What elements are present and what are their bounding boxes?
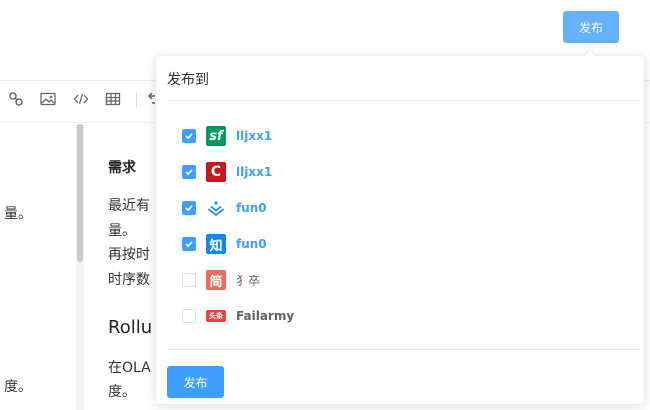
account-name: fun0 [236, 237, 267, 251]
source-text-fragment: 量。 [4, 206, 32, 222]
editor-window: 发布 量。 度。 需求 最近有 量。 再按时 时序数 Rollu 在OLA 度。… [0, 0, 650, 410]
image-icon[interactable] [39, 90, 57, 108]
source-text-fragment: 度。 [4, 379, 32, 395]
platform-item-segmentfault[interactable]: sf lljxx1 [182, 125, 272, 147]
preview-line: 度。 [108, 384, 136, 400]
confirm-publish-button[interactable]: 发布 [167, 366, 224, 398]
toutiao-logo-icon: 头条 [206, 310, 226, 322]
checkbox[interactable] [182, 129, 196, 143]
account-name: Failarmy [236, 309, 295, 323]
account-name: 犭卒 [236, 273, 261, 288]
preview-line: 再按时 [108, 247, 150, 263]
platform-item-juejin[interactable]: fun0 [182, 197, 267, 219]
popover-divider [167, 100, 640, 101]
checkbox[interactable] [182, 165, 196, 179]
preview-line: 量。 [108, 223, 136, 239]
csdn-logo-icon: C [206, 162, 226, 182]
checkbox[interactable] [182, 273, 196, 287]
preview-heading-2: Rollu [108, 317, 153, 338]
preview-line: 在OLA [108, 360, 151, 376]
account-name: lljxx1 [236, 165, 273, 179]
account-name: lljxx1 [236, 129, 273, 143]
platform-item-toutiao[interactable]: 头条 Failarmy [182, 305, 294, 327]
account-name: fun0 [236, 201, 267, 215]
checkbox[interactable] [182, 309, 196, 323]
zhihu-logo-icon: 知 [206, 234, 226, 254]
platform-item-zhihu[interactable]: 知 fun0 [182, 233, 267, 255]
juejin-logo-icon [206, 198, 226, 218]
link-icon[interactable] [7, 90, 25, 108]
toolbar-separator [136, 92, 137, 108]
preview-heading: 需求 [108, 160, 136, 176]
publish-button[interactable]: 发布 [563, 11, 619, 43]
table-icon[interactable] [104, 90, 122, 108]
checkbox[interactable] [182, 237, 196, 251]
popover-divider [167, 349, 640, 350]
segmentfault-logo-icon: sf [206, 126, 226, 146]
popover-title: 发布到 [167, 72, 209, 88]
preview-line: 最近有 [108, 198, 150, 214]
preview-line: 时序数 [108, 272, 150, 288]
code-icon[interactable] [72, 90, 90, 108]
editor-scrollbar[interactable] [77, 124, 83, 262]
platform-item-csdn[interactable]: C lljxx1 [182, 161, 272, 183]
popover-arrow-inner [585, 50, 595, 56]
platform-item-jianshu[interactable]: 简 犭卒 [182, 269, 260, 291]
jianshu-logo-icon: 简 [206, 270, 226, 290]
checkbox[interactable] [182, 201, 196, 215]
publish-popover: 发布到 sf lljxx1 C lljxx1 fun0 知 fun0 简 犭卒 … [155, 55, 645, 405]
